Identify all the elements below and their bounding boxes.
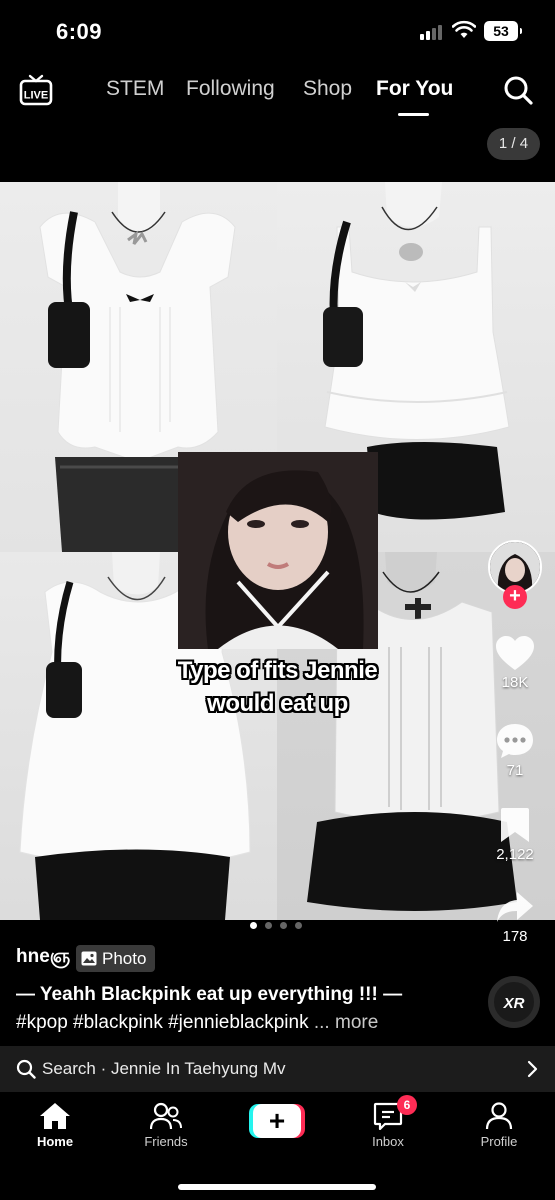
active-tab-indicator <box>398 113 429 116</box>
tab-shop[interactable]: Shop <box>303 77 352 101</box>
wifi-icon <box>452 20 476 38</box>
bookmark-button[interactable]: 2,122 <box>490 806 540 863</box>
nav-inbox[interactable]: Inbox <box>343 1102 433 1149</box>
center-portrait-image <box>178 452 378 649</box>
overlay-caption-line-2: would eat up <box>207 690 348 717</box>
sound-disc[interactable]: XR <box>488 976 540 1028</box>
hashtags-text[interactable]: #kpop #blackpink #jennieblackpink <box>16 1012 309 1033</box>
search-suggestion-bar[interactable]: Search · Jennie In Taehyung Mv <box>0 1046 555 1092</box>
post-photo[interactable]: Type of fits Jennie would eat up <box>0 182 555 920</box>
friends-icon <box>150 1102 182 1130</box>
search-suggestion-text: Search · Jennie In Taehyung Mv <box>42 1059 286 1078</box>
bookmark-count: 2,122 <box>496 846 534 863</box>
nav-home[interactable]: Home <box>10 1102 100 1149</box>
create-button[interactable]: + <box>249 1104 305 1138</box>
nav-profile[interactable]: Profile <box>454 1102 544 1149</box>
page-counter: 1 / 4 <box>487 128 540 160</box>
nav-friends-label: Friends <box>144 1134 188 1149</box>
share-count: 178 <box>502 928 528 945</box>
nav-inbox-label: Inbox <box>372 1134 404 1149</box>
tab-for-you[interactable]: For You <box>376 77 453 101</box>
status-time: 6:09 <box>56 19 103 44</box>
photo-badge: Photo <box>76 945 155 972</box>
live-icon[interactable]: LIVE <box>19 74 53 106</box>
chevron-right-icon <box>527 1060 538 1078</box>
nav-home-label: Home <box>36 1134 74 1149</box>
top-nav: LIVE STEM Following Shop For You <box>0 62 555 122</box>
tab-following[interactable]: Following <box>186 77 275 101</box>
comment-count: 71 <box>506 762 524 779</box>
photo-badge-label: Photo <box>102 949 147 968</box>
cellular-signal-icon <box>420 24 444 40</box>
battery-indicator: 53 <box>484 21 522 41</box>
image-icon <box>81 951 97 966</box>
comment-icon <box>497 724 533 758</box>
plus-icon: + <box>253 1104 301 1138</box>
carousel-dots <box>250 922 310 930</box>
status-bar: 6:09 53 <box>0 0 555 62</box>
sound-disc-text: XR <box>503 995 525 1012</box>
like-button[interactable]: 18K <box>490 636 540 691</box>
nav-profile-label: Profile <box>480 1134 518 1149</box>
inbox-badge: 6 <box>397 1095 417 1115</box>
nav-friends[interactable]: Friends <box>121 1102 211 1149</box>
home-indicator <box>178 1184 376 1190</box>
overlay-caption-line-1: Type of fits Jennie <box>177 657 378 684</box>
like-count: 18K <box>501 674 529 691</box>
follow-button[interactable]: + <box>503 585 527 609</box>
post-caption: — Yeahh Blackpink eat up everything !!! … <box>16 984 403 1005</box>
bookmark-icon <box>501 808 529 842</box>
author-username[interactable]: hneஞ <box>16 946 70 970</box>
share-icon <box>497 892 533 922</box>
live-label: LIVE <box>24 90 48 102</box>
tab-stem[interactable]: STEM <box>106 77 164 101</box>
heart-icon <box>496 636 534 670</box>
search-icon <box>16 1059 36 1079</box>
more-link[interactable]: ... more <box>314 1012 378 1033</box>
profile-icon <box>485 1102 513 1130</box>
search-icon[interactable] <box>502 74 534 106</box>
share-button[interactable]: 178 <box>490 890 540 945</box>
post-hashtags[interactable]: #kpop #blackpink #jennieblackpink ... mo… <box>16 1012 378 1034</box>
comment-button[interactable]: 71 <box>490 722 540 779</box>
home-icon <box>40 1103 70 1129</box>
